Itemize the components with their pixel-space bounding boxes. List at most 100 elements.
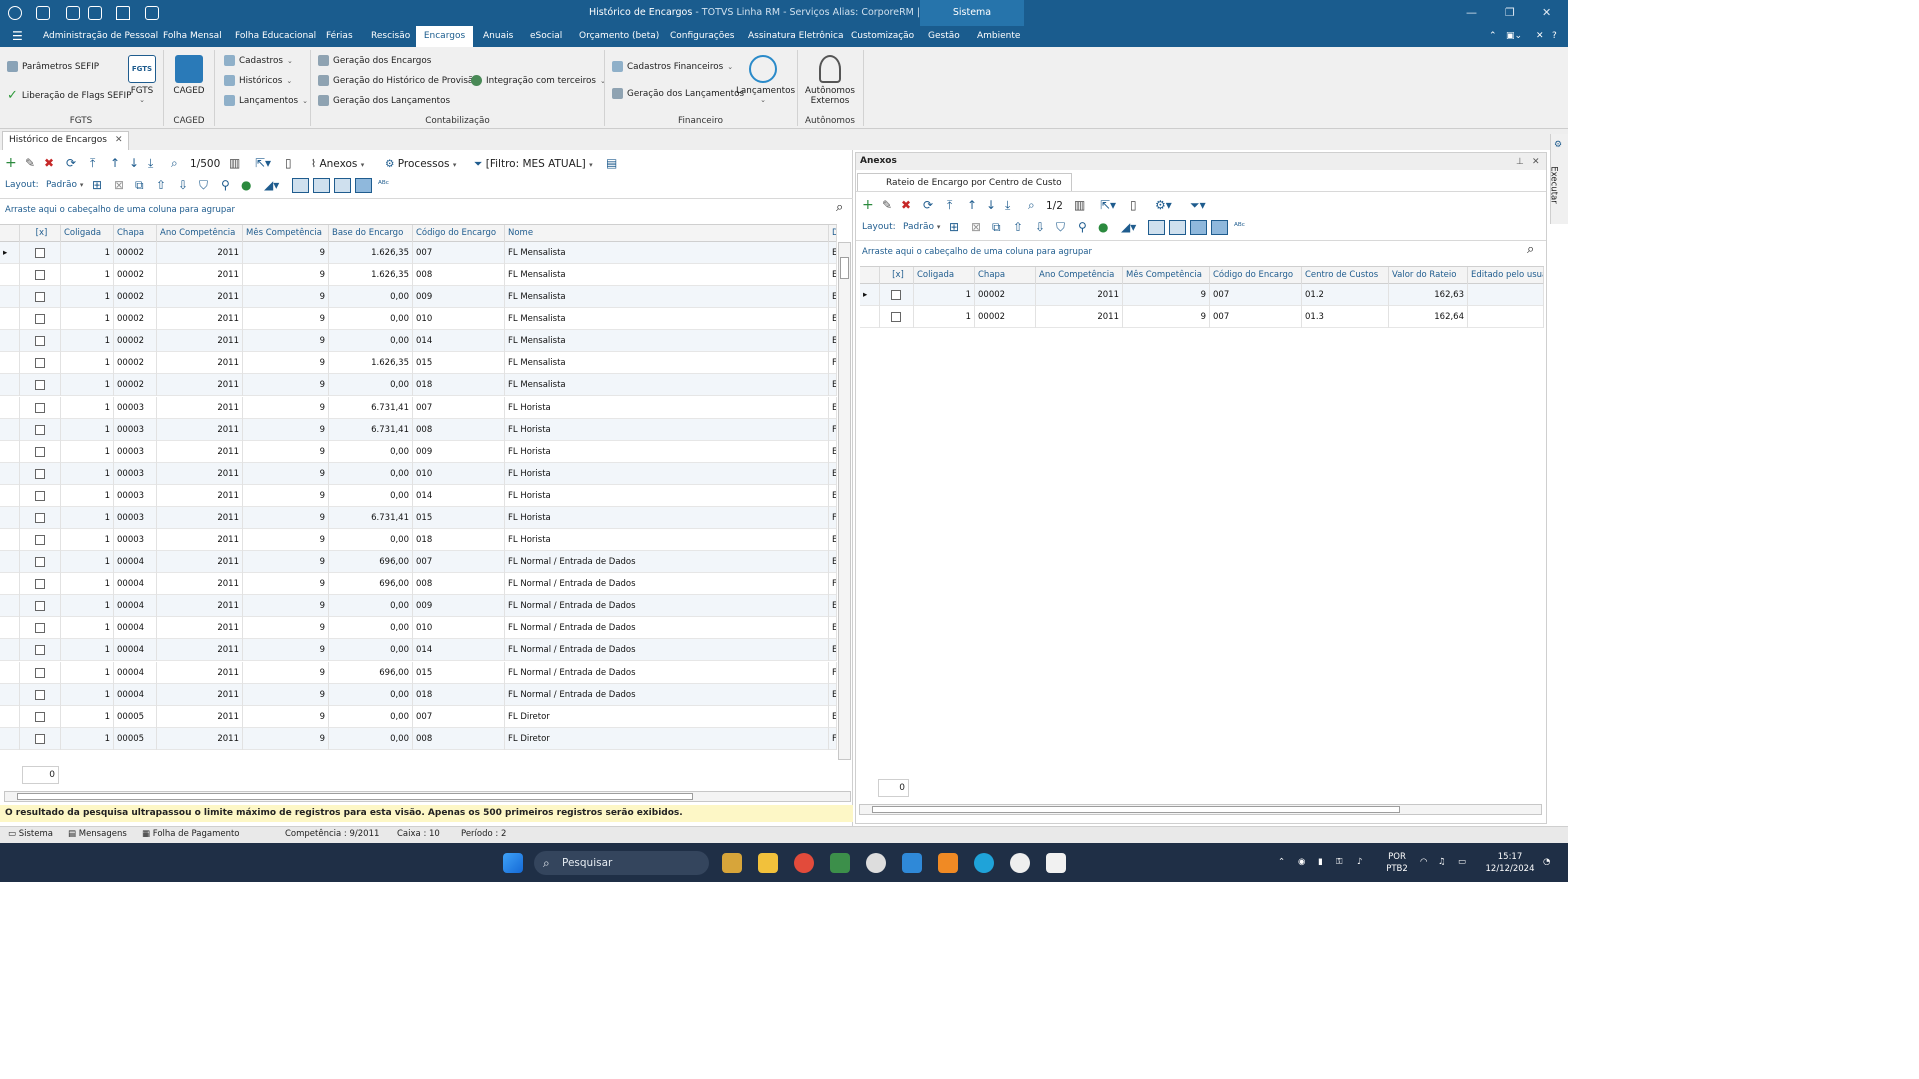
row-checkbox[interactable] <box>35 667 45 678</box>
sync-app-icon[interactable] <box>938 853 958 873</box>
previous-record-icon[interactable]: ↑ <box>110 157 120 169</box>
spreadsheet-app-icon[interactable] <box>830 853 850 873</box>
scrollbar-thumb[interactable] <box>872 806 1400 813</box>
book-icon[interactable]: ▤ <box>606 157 617 169</box>
menu-folha-educacional[interactable]: Folha Educacional <box>229 26 322 47</box>
sort-up-icon[interactable]: ⇧ <box>156 179 166 191</box>
table-row[interactable]: 1 00004 2011 9 0,00 014 FL Normal / Entrada de… <box>0 639 837 662</box>
app-icon[interactable] <box>1046 853 1066 873</box>
row-checkbox[interactable] <box>35 535 45 546</box>
columns-icon[interactable]: ▥ <box>1074 199 1085 211</box>
filter-icon[interactable]: ⏷▾ <box>1190 199 1206 211</box>
menu-configuracoes[interactable]: Configurações <box>664 26 740 47</box>
expand-all-icon[interactable]: ⊞ <box>949 221 959 233</box>
param-sefip-button[interactable]: Parâmetros SEFIP <box>7 61 99 72</box>
col-codigo-encargo[interactable]: Código do Encargo <box>413 225 505 242</box>
close-icon[interactable]: ✕ <box>1542 6 1551 19</box>
paint-icon[interactable]: ⛉ <box>1056 221 1065 233</box>
group-icon[interactable]: ⧉ <box>992 221 1001 233</box>
color-icon[interactable]: ● <box>241 179 251 191</box>
menu-rescisao[interactable]: Rescisão <box>365 26 416 47</box>
view-mode-3-icon[interactable] <box>1190 220 1207 235</box>
scrollbar-thumb[interactable] <box>17 793 693 800</box>
add-icon[interactable]: + <box>5 156 17 170</box>
side-tab-executar[interactable]: ⚙ Executar <box>1549 134 1568 224</box>
first-record-icon[interactable]: ⤒ <box>947 199 952 211</box>
status-folha[interactable]: ▦ Folha de Pagamento <box>142 829 240 839</box>
fgts-button[interactable]: FGTS FGTS ⌄ <box>126 55 158 104</box>
view-mode-1-icon[interactable] <box>292 178 309 193</box>
previous-record-icon[interactable]: ↑ <box>967 199 977 211</box>
processos-dropdown[interactable]: ⚙ Processos ▾ <box>385 158 456 170</box>
edit-icon[interactable]: ✎ <box>25 157 35 169</box>
wifi-icon[interactable]: ◠ <box>1420 856 1427 868</box>
table-row[interactable]: 1 00003 2011 9 0,00 009 FL Horista E <box>0 440 837 463</box>
columns-icon[interactable]: ▥ <box>229 157 240 169</box>
sistema-tab[interactable]: Sistema <box>920 0 1024 26</box>
chevron-up-icon[interactable]: ⌃ <box>1278 856 1285 868</box>
col-editado-usuario[interactable]: Editado pelo usuár <box>1468 267 1544 284</box>
filter-dropdown[interactable]: ⏷ [Filtro: MES ATUAL] ▾ <box>474 158 593 171</box>
vscode-app-icon[interactable] <box>902 853 922 873</box>
totvs-app-icon[interactable] <box>866 853 886 873</box>
vertical-scrollbar[interactable] <box>838 242 851 760</box>
menu-ferias[interactable]: Férias <box>320 26 359 47</box>
horizontal-scrollbar[interactable] <box>859 804 1542 815</box>
minimize-icon[interactable]: — <box>1466 6 1477 19</box>
expand-all-icon[interactable]: ⊞ <box>92 179 102 191</box>
geracao-historico-provisao-button[interactable]: Geração do Histórico de Provisão <box>318 75 479 86</box>
row-checkbox[interactable] <box>35 579 45 590</box>
microphone-icon[interactable]: ♪ <box>1357 856 1362 868</box>
table-row[interactable]: 1 00003 2011 9 0,00 010 FL Horista E <box>0 462 837 485</box>
col-base-encargo[interactable]: Base do Encargo <box>329 225 413 242</box>
col-coligada[interactable]: Coligada <box>61 225 114 242</box>
view-mode-4-icon[interactable] <box>1211 220 1228 235</box>
tray-app-icon[interactable]: ⚿ <box>1336 856 1342 868</box>
row-checkbox[interactable] <box>35 557 45 568</box>
row-checkbox[interactable] <box>35 623 45 634</box>
notification-icon[interactable]: ◔ <box>1543 856 1550 868</box>
table-row[interactable]: 1 00004 2011 9 696,00 015 FL Normal / Entrada … <box>0 661 837 684</box>
close-tab-icon[interactable]: ✕ <box>115 135 123 145</box>
geracao-encargos-button[interactable]: Geração dos Encargos <box>318 55 431 66</box>
menu-assinatura-eletronica[interactable]: Assinatura Eletrônica <box>742 26 850 47</box>
row-checkbox[interactable] <box>35 490 45 501</box>
add-icon[interactable]: + <box>862 198 874 212</box>
row-checkbox[interactable] <box>35 689 45 700</box>
volume-icon[interactable]: ♫ <box>1438 856 1446 868</box>
export-icon[interactable]: ⇱▾ <box>255 157 271 169</box>
tray-app-icon[interactable]: ◉ <box>1298 856 1305 868</box>
paint-icon[interactable]: ⛉ <box>199 179 208 191</box>
spellcheck-icon[interactable]: ᴬᴮᶜ <box>378 179 389 191</box>
col-mes-competencia[interactable]: Mês Competência <box>1123 267 1210 284</box>
chart-icon[interactable]: ◢▾ <box>1121 221 1136 233</box>
col-ano-competencia[interactable]: Ano Competência <box>1036 267 1123 284</box>
table-row[interactable]: 1 00004 2011 9 0,00 018 FL Normal / Entrada de… <box>0 683 837 706</box>
last-record-icon[interactable]: ⤓ <box>148 157 153 169</box>
menu-anuais[interactable]: Anuais <box>477 26 519 47</box>
document-icon[interactable]: ▯ <box>1130 199 1137 211</box>
col-mes-competencia[interactable]: Mês Competência <box>243 225 329 242</box>
row-checkbox[interactable] <box>35 358 45 369</box>
tab-rateio-encargo[interactable]: Rateio de Encargo por Centro de Custo <box>857 173 1072 192</box>
table-row[interactable]: 1 00003 2011 9 6.731,41 015 FL Horista F <box>0 506 837 529</box>
table-row[interactable]: 1 00005 2011 9 0,00 007 FL Diretor E <box>0 705 837 728</box>
group-icon[interactable]: ⧉ <box>135 179 144 191</box>
layout-icon[interactable]: ▣⌄ <box>1500 26 1528 47</box>
table-row[interactable]: 1 00004 2011 9 696,00 008 FL Normal / Entrada … <box>0 573 837 596</box>
anexos-dropdown[interactable]: ⌇ Anexos ▾ <box>311 158 364 170</box>
table-row[interactable]: 1 00002 2011 9 0,00 018 FL Mensalista E <box>0 374 837 397</box>
pin-icon[interactable]: ⊥ <box>1516 156 1524 168</box>
chrome-app-icon[interactable] <box>794 853 814 873</box>
table-row[interactable]: 1 00002 2011 9 0,00 014 FL Mensalista E <box>0 330 837 353</box>
sort-up-icon[interactable]: ⇧ <box>1013 221 1023 233</box>
col-coligada[interactable]: Coligada <box>914 267 975 284</box>
col-codigo-encargo[interactable]: Código do Encargo <box>1210 267 1302 284</box>
col-centro-custos[interactable]: Centro de Custos <box>1302 267 1389 284</box>
search-icon[interactable]: ⌕ <box>1527 243 1534 256</box>
table-row[interactable]: ▸ 1 00002 2011 9 1.626,35 007 FL Mensalista E <box>0 242 837 264</box>
windows-start-icon[interactable] <box>503 853 523 873</box>
sort-down-icon[interactable]: ⇩ <box>178 179 188 191</box>
menu-orcamento[interactable]: Orçamento (beta) <box>573 26 665 47</box>
col-valor-rateio[interactable]: Valor do Rateio <box>1389 267 1468 284</box>
